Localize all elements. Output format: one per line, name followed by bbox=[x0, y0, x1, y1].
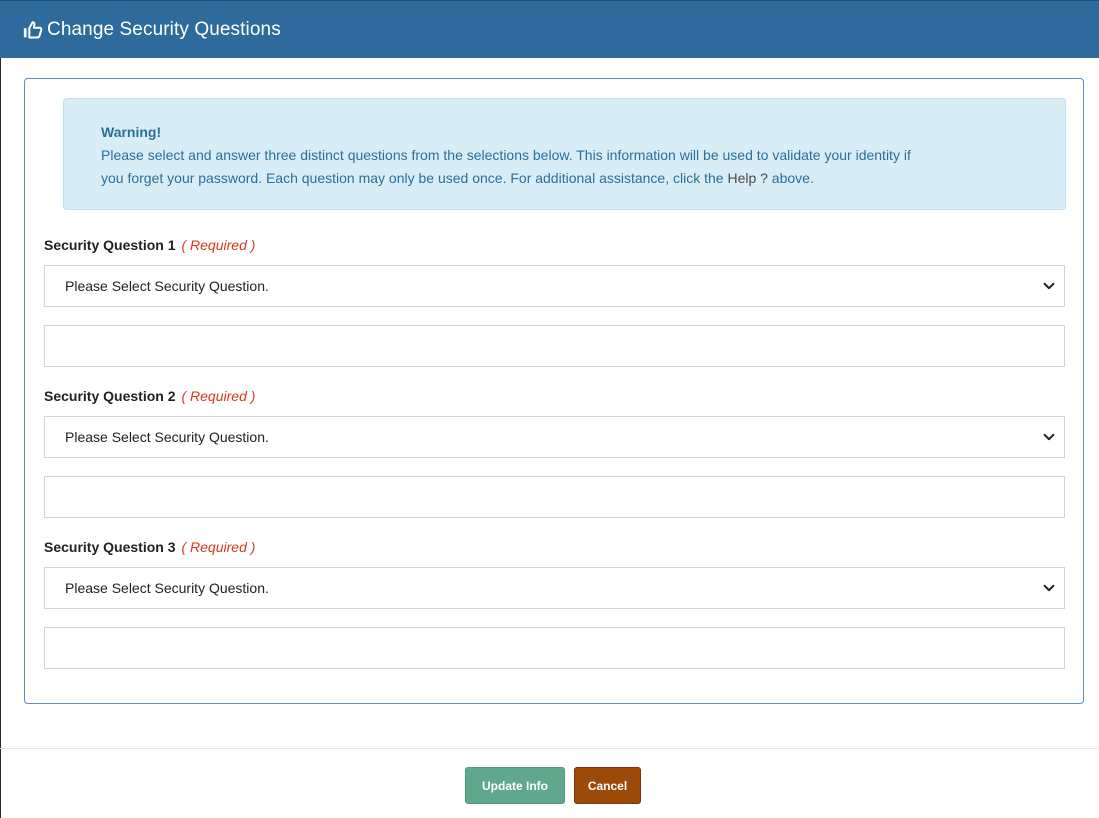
question-label-text: Security Question 3 bbox=[44, 539, 176, 555]
modal-header: Change Security Questions bbox=[0, 0, 1099, 58]
select-value: Please Select Security Question. bbox=[65, 429, 269, 445]
security-question-3-select[interactable]: Please Select Security Question. bbox=[44, 567, 1065, 609]
security-question-2-select[interactable]: Please Select Security Question. bbox=[44, 416, 1065, 458]
chevron-down-icon bbox=[1043, 433, 1055, 441]
alert-text-line1: Please select and answer three distinct … bbox=[101, 147, 911, 163]
alert-text-line2: you forget your password. Each question … bbox=[101, 170, 728, 186]
security-answer-2-input[interactable] bbox=[44, 476, 1065, 518]
security-question-1-select[interactable]: Please Select Security Question. bbox=[44, 265, 1065, 307]
required-indicator: ( Required ) bbox=[181, 539, 256, 555]
question-1-label: Security Question 1 ( Required ) bbox=[44, 237, 255, 253]
select-value: Please Select Security Question. bbox=[65, 278, 269, 294]
page-title: Change Security Questions bbox=[47, 18, 281, 40]
thumbs-up-icon bbox=[22, 19, 44, 41]
security-answer-3-input[interactable] bbox=[44, 627, 1065, 669]
alert-text-line2-end: above. bbox=[767, 170, 814, 186]
required-indicator: ( Required ) bbox=[181, 388, 256, 404]
alert-heading: Warning! bbox=[101, 124, 162, 140]
question-3-label: Security Question 3 ( Required ) bbox=[44, 539, 255, 555]
security-questions-panel: Warning! Please select and answer three … bbox=[24, 78, 1084, 704]
update-info-button[interactable]: Update Info bbox=[465, 767, 565, 804]
security-answer-1-input[interactable] bbox=[44, 325, 1065, 367]
question-2-label: Security Question 2 ( Required ) bbox=[44, 388, 255, 404]
select-value: Please Select Security Question. bbox=[65, 580, 269, 596]
cancel-button[interactable]: Cancel bbox=[574, 767, 641, 804]
help-reference: Help ? bbox=[727, 170, 768, 186]
warning-alert: Warning! Please select and answer three … bbox=[63, 98, 1066, 210]
chevron-down-icon bbox=[1043, 584, 1055, 592]
required-indicator: ( Required ) bbox=[181, 237, 256, 253]
footer-divider bbox=[0, 748, 1099, 749]
question-label-text: Security Question 1 bbox=[44, 237, 176, 253]
chevron-down-icon bbox=[1043, 282, 1055, 290]
question-label-text: Security Question 2 bbox=[44, 388, 176, 404]
